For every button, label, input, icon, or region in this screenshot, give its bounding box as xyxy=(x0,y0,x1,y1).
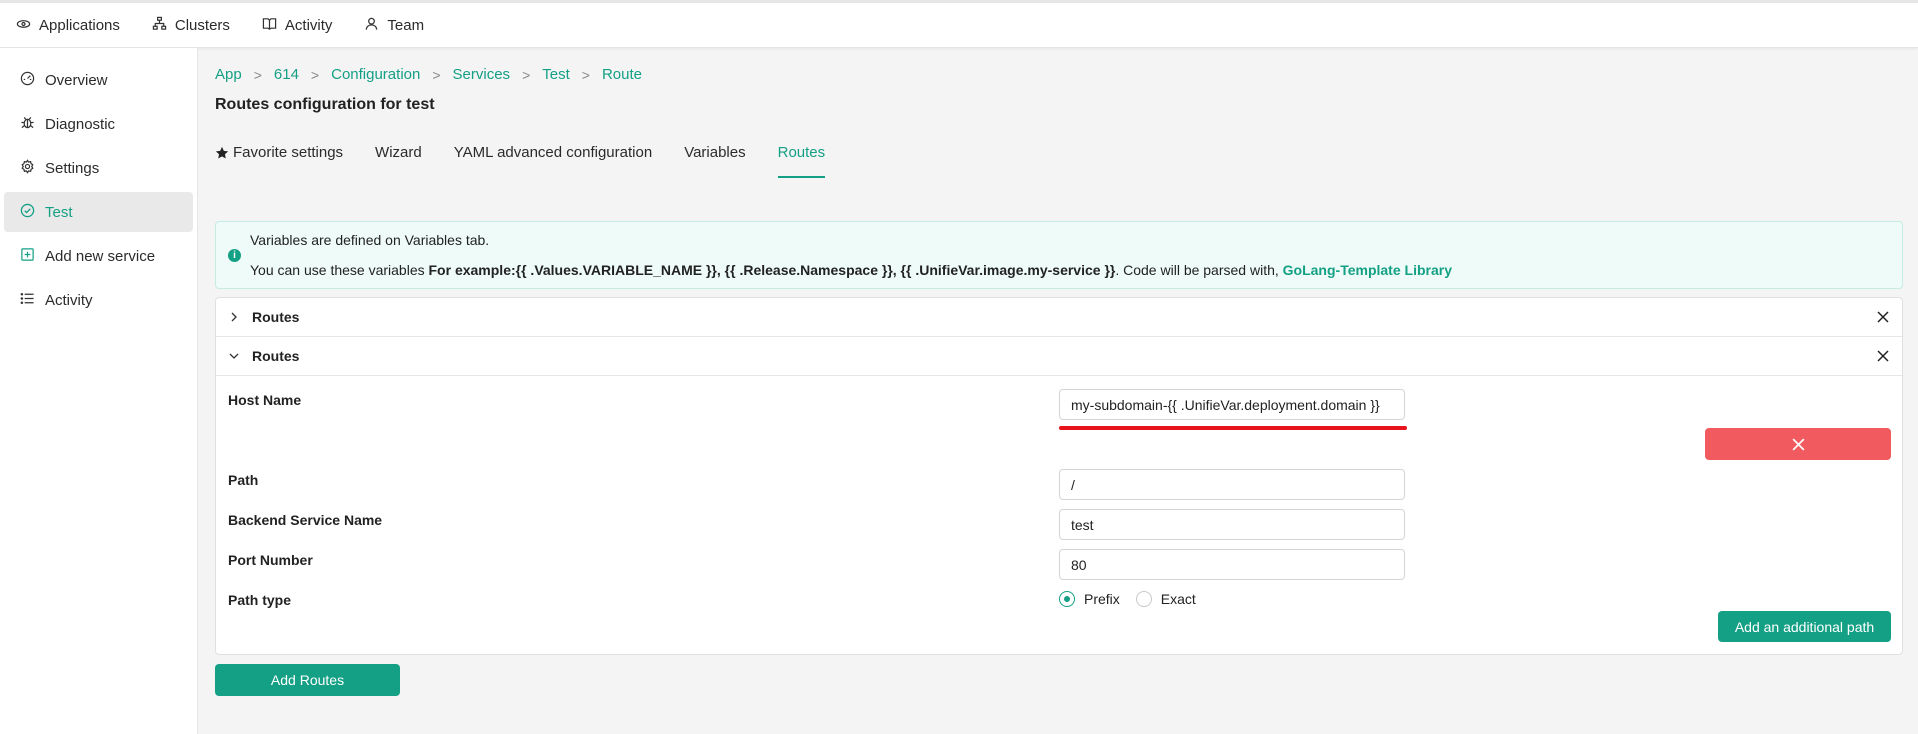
topnav-applications[interactable]: Applications xyxy=(16,16,120,35)
add-routes-button[interactable]: Add Routes xyxy=(215,664,400,696)
chevron-right-icon xyxy=(231,312,237,322)
path-input[interactable] xyxy=(1059,469,1405,500)
golang-template-link[interactable]: GoLang-Template Library xyxy=(1283,262,1452,278)
breadcrumb-614[interactable]: 614 xyxy=(274,66,299,83)
sidebar-item-label: Add new service xyxy=(45,247,156,265)
sidebar-item-label: Settings xyxy=(45,159,100,177)
top-navbar: Applications Clusters Activity Team xyxy=(0,0,1918,48)
sidebar-item-label: Diagnostic xyxy=(45,115,116,133)
topnav-label: Clusters xyxy=(174,16,230,34)
page-title: Routes configuration for test xyxy=(215,96,435,113)
radio-prefix[interactable]: Prefix xyxy=(1059,591,1120,607)
breadcrumb-separator-icon: > xyxy=(253,66,262,83)
sidebar-item-label: Overview xyxy=(45,71,108,89)
user-icon xyxy=(364,16,379,35)
radio-label: Prefix xyxy=(1084,591,1120,607)
tab-label: Wizard xyxy=(375,144,422,161)
route-title: Routes xyxy=(252,348,300,364)
breadcrumb: App > 614 > Configuration > Services > T… xyxy=(215,66,642,83)
plus-square-icon xyxy=(20,247,35,266)
topnav-clusters[interactable]: Clusters xyxy=(152,16,230,35)
radio-selected-icon xyxy=(1059,591,1075,607)
gear-icon xyxy=(20,158,35,178)
host-name-label: Host Name xyxy=(228,392,302,408)
tab-favorite-settings[interactable]: Favorite settings xyxy=(215,136,343,178)
add-additional-path-button[interactable]: Add an additional path xyxy=(1718,611,1891,642)
radio-label: Exact xyxy=(1160,591,1196,607)
breadcrumb-services[interactable]: Services xyxy=(453,66,511,83)
cloud-icon xyxy=(16,16,31,35)
tab-yaml-advanced-configuration[interactable]: YAML advanced configuration xyxy=(454,136,652,178)
chevron-down-icon xyxy=(229,353,239,359)
host-name-input[interactable] xyxy=(1059,389,1405,420)
breadcrumb-separator-icon: > xyxy=(522,66,531,83)
path-type-label: Path type xyxy=(228,592,292,608)
backend-service-name-label: Backend Service Name xyxy=(228,512,383,528)
tab-wizard[interactable]: Wizard xyxy=(375,136,422,178)
breadcrumb-test[interactable]: Test xyxy=(542,66,570,83)
info-alert: i Variables are defined on Variables tab… xyxy=(215,221,1903,289)
sidebar-item-label: Activity xyxy=(45,291,93,309)
tab-label: Routes xyxy=(777,144,826,161)
sidebar-item-settings[interactable]: Settings xyxy=(4,148,193,188)
tab-label: Favorite settings xyxy=(233,144,344,161)
info-icon: i xyxy=(228,249,241,262)
radio-exact[interactable]: Exact xyxy=(1135,591,1196,607)
tab-bar: Favorite settings Wizard YAML advanced c… xyxy=(215,136,1903,228)
breadcrumb-separator-icon: > xyxy=(581,66,590,83)
backend-service-name-input[interactable] xyxy=(1059,509,1405,540)
path-label: Path xyxy=(228,472,259,488)
route-header-collapsed[interactable]: Routes xyxy=(216,298,1902,337)
path-type-radio-group: Prefix Exact xyxy=(1059,591,1212,607)
breadcrumb-separator-icon: > xyxy=(310,66,320,83)
tab-variables[interactable]: Variables xyxy=(684,136,745,178)
book-icon xyxy=(262,16,277,35)
close-icon xyxy=(1792,438,1804,450)
info-suffix: . Code will be parsed with, xyxy=(1115,262,1283,278)
sidebar: Overview Diagnostic Settings Test Add ne… xyxy=(0,48,198,734)
breadcrumb-separator-icon: > xyxy=(432,66,441,83)
close-icon[interactable] xyxy=(1876,349,1890,363)
topnav-label: Team xyxy=(387,16,425,34)
info-example: For example:{{ .Values.VARIABLE_NAME }},… xyxy=(428,262,1116,278)
breadcrumb-app[interactable]: App xyxy=(215,66,242,83)
breadcrumb-route[interactable]: Route xyxy=(602,66,642,83)
topnav-activity[interactable]: Activity xyxy=(262,16,333,35)
sidebar-item-add-new-service[interactable]: Add new service xyxy=(4,236,193,276)
topnav-label: Applications xyxy=(39,16,120,34)
sidebar-item-label: Test xyxy=(45,203,73,221)
route-title: Routes xyxy=(252,309,300,325)
topnav-team[interactable]: Team xyxy=(364,16,424,35)
sidebar-item-activity[interactable]: Activity xyxy=(4,280,193,320)
sitemap-icon xyxy=(152,16,167,35)
radio-unselected-icon xyxy=(1135,591,1152,607)
star-icon xyxy=(215,144,229,164)
route-header-expanded[interactable]: Routes xyxy=(216,337,1902,376)
remove-host-button[interactable] xyxy=(1705,428,1891,460)
tab-routes[interactable]: Routes xyxy=(777,136,826,178)
info-prefix: You can use these variables xyxy=(250,262,429,278)
tab-label: YAML advanced configuration xyxy=(453,144,653,161)
sidebar-item-overview[interactable]: Overview xyxy=(4,60,193,100)
check-circle-icon xyxy=(20,203,35,222)
port-number-label: Port Number xyxy=(228,552,313,568)
sidebar-item-test[interactable]: Test xyxy=(4,192,193,232)
red-underline-annotation xyxy=(1059,426,1407,430)
dashboard-icon xyxy=(20,71,35,90)
list-icon xyxy=(20,291,35,310)
tab-label: Variables xyxy=(684,144,746,161)
info-text-line2: You can use these variables For example:… xyxy=(250,262,1452,278)
sidebar-item-diagnostic[interactable]: Diagnostic xyxy=(4,104,193,144)
port-number-input[interactable] xyxy=(1059,549,1405,580)
bug-icon xyxy=(20,115,35,134)
topnav-label: Activity xyxy=(284,16,333,34)
breadcrumb-configuration[interactable]: Configuration xyxy=(331,66,420,83)
close-icon[interactable] xyxy=(1876,310,1890,324)
info-text-line1: Variables are defined on Variables tab. xyxy=(250,232,490,248)
